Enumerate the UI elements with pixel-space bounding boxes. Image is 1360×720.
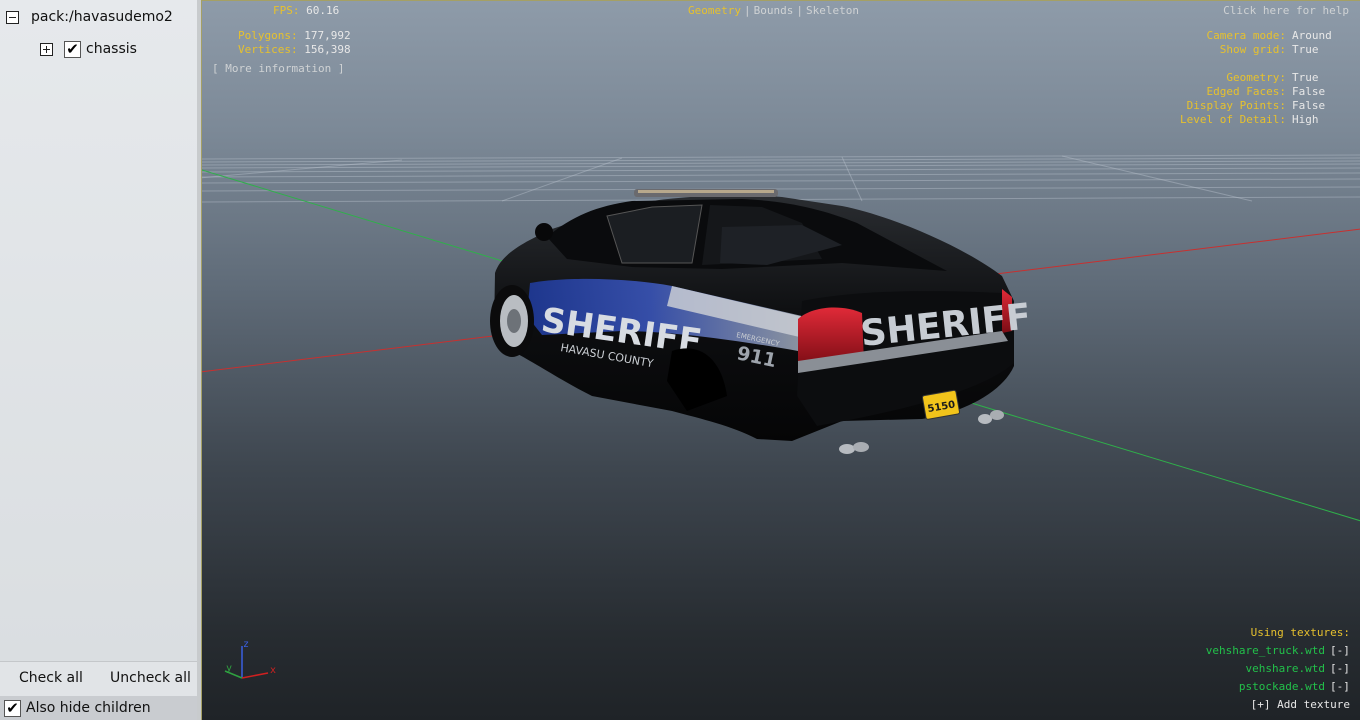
display-points-label: Display Points:: [1186, 99, 1286, 112]
texture-name: vehshare_truck.wtd: [1205, 644, 1325, 657]
textures-panel: Using textures: vehshare_truck.wtd [-] v…: [1050, 626, 1350, 712]
show-grid-value[interactable]: True: [1292, 43, 1336, 57]
edged-faces-label: Edged Faces:: [1206, 85, 1286, 98]
tree-root-node[interactable]: pack:/havasudemo2: [6, 6, 173, 28]
texture-row: pstockade.wtd [-]: [1050, 680, 1350, 698]
tree-child-label[interactable]: chassis: [86, 41, 137, 57]
display-points-value[interactable]: False: [1292, 99, 1336, 113]
uncheck-all-button[interactable]: Uncheck all: [110, 670, 191, 686]
help-link[interactable]: Click here for help: [1223, 4, 1349, 18]
vertices-label: Vertices:: [238, 43, 298, 56]
also-hide-children-checkbox[interactable]: ✔: [4, 698, 21, 717]
tab-bounds[interactable]: Bounds: [754, 4, 794, 17]
lod-value[interactable]: High: [1292, 113, 1336, 127]
tab-skeleton[interactable]: Skeleton: [806, 4, 859, 17]
geometry-value[interactable]: True: [1292, 71, 1336, 85]
texture-name: pstockade.wtd: [1238, 680, 1325, 693]
polygons-readout: Polygons: 177,992: [238, 29, 351, 43]
camera-mode-label: Camera mode:: [1206, 29, 1286, 42]
remove-texture-button[interactable]: [-]: [1330, 644, 1350, 662]
also-hide-children-label[interactable]: Also hide children: [26, 700, 151, 716]
vertices-readout: Vertices: 156,398: [238, 43, 351, 57]
axis-x-label: x: [270, 665, 276, 676]
edged-faces-value[interactable]: False: [1292, 85, 1336, 99]
tree-root-label[interactable]: pack:/havasudemo2: [31, 9, 173, 25]
more-information-link[interactable]: [ More information ]: [212, 62, 344, 76]
axis-y-label: y: [226, 663, 232, 674]
camera-mode-value[interactable]: Around: [1292, 29, 1336, 43]
lod-label: Level of Detail:: [1180, 113, 1286, 126]
fps-readout: FPS: 60.16: [273, 4, 339, 18]
show-grid-label: Show grid:: [1219, 43, 1286, 56]
add-texture-button[interactable]: [+] Add texture: [1050, 698, 1350, 712]
using-textures-label: Using textures:: [1250, 626, 1350, 639]
view-settings: Camera mode: Around Show grid: True Geomet…: [1096, 29, 1336, 127]
also-hide-children-row[interactable]: ✔ Also hide children: [0, 696, 197, 720]
axis-z-label: z: [243, 639, 249, 650]
tab-geometry[interactable]: Geometry: [688, 4, 741, 17]
render-mode-tabs: Geometry | Bounds | Skeleton: [688, 4, 859, 17]
remove-texture-button[interactable]: [-]: [1330, 680, 1350, 698]
geometry-label: Geometry:: [1226, 71, 1286, 84]
check-all-button[interactable]: Check all: [19, 670, 83, 686]
checkmark-icon: ✔: [66, 39, 79, 58]
police-car-model: SHERIFF HAVASU COUNTY EMERGENCY 911 SHER…: [490, 189, 1033, 454]
expand-icon[interactable]: [40, 42, 53, 56]
model-viewport[interactable]: SHERIFF HAVASU COUNTY EMERGENCY 911 SHER…: [201, 0, 1360, 720]
model-tree-panel: pack:/havasudemo2 ✔ chassis Check all Un…: [0, 0, 201, 720]
license-plate: 5150: [921, 389, 960, 420]
texture-row: vehshare.wtd [-]: [1050, 662, 1350, 680]
ground-grid: [202, 154, 1360, 203]
chassis-checkbox[interactable]: ✔: [64, 39, 81, 58]
polygons-value: 177,992: [304, 29, 351, 42]
texture-row: vehshare_truck.wtd [-]: [1050, 644, 1350, 662]
axis-gizmo: z x y: [224, 639, 276, 679]
vertices-value: 156,398: [304, 43, 351, 56]
checkmark-icon: ✔: [6, 698, 19, 717]
fps-label: FPS:: [273, 4, 300, 17]
collapse-icon[interactable]: [6, 10, 19, 24]
remove-texture-button[interactable]: [-]: [1330, 662, 1350, 680]
tree-child-node[interactable]: ✔ chassis: [40, 38, 137, 60]
polygons-label: Polygons:: [238, 29, 298, 42]
texture-name: vehshare.wtd: [1245, 662, 1325, 675]
tree-panel-footer: Check all Uncheck all ✔ Also hide childr…: [0, 661, 197, 720]
fps-value: 60.16: [306, 4, 340, 17]
